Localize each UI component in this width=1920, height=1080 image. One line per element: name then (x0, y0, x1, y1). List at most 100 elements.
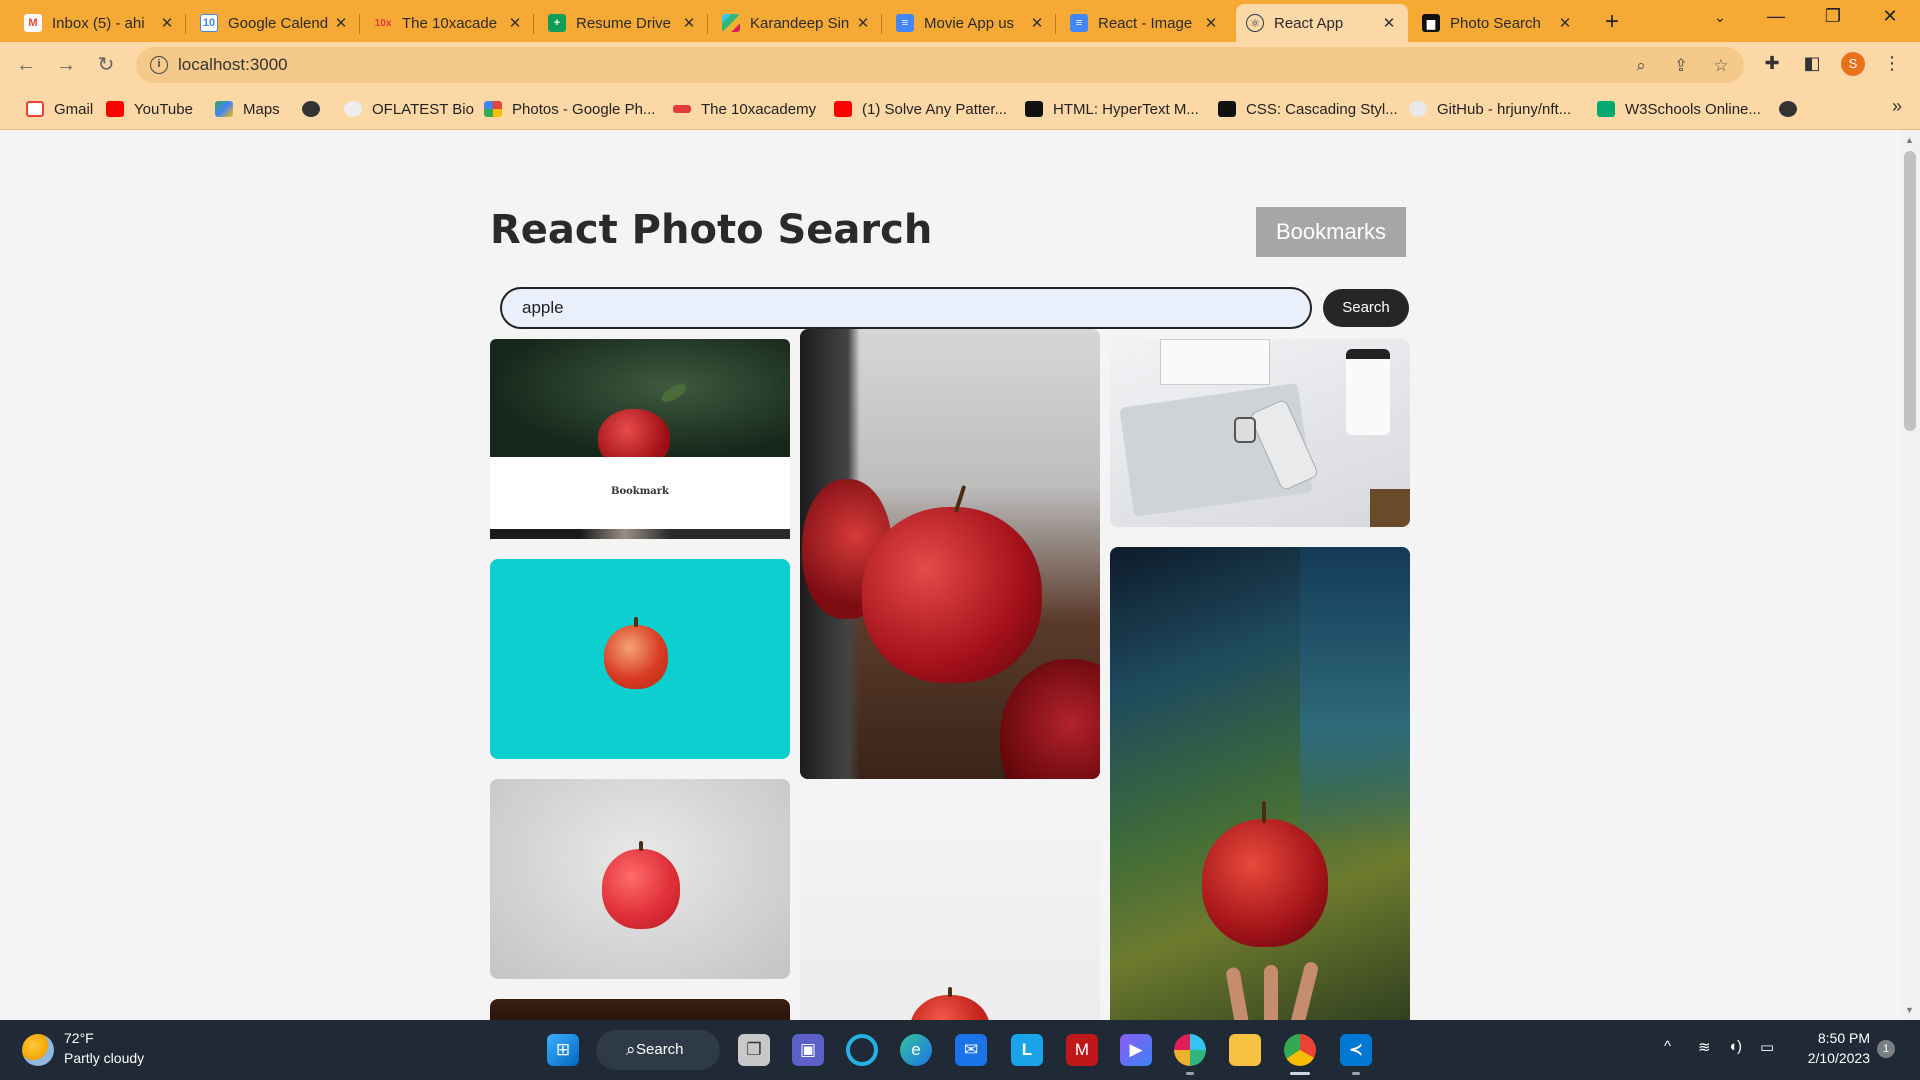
bookmark-mdn-html[interactable]: HTML: HyperText M... (1025, 98, 1199, 120)
extensions-icon[interactable]: ✚ (1761, 52, 1783, 74)
bookmark-youtube[interactable]: YouTube (106, 98, 193, 120)
star-icon[interactable]: ☆ (1710, 55, 1732, 77)
bookmarks-button[interactable]: Bookmarks (1256, 207, 1406, 257)
zoom-icon[interactable]: ⌕ (1630, 55, 1652, 77)
search-button[interactable]: Search (1323, 289, 1409, 327)
photo-card[interactable] (490, 999, 790, 1020)
weather-icon[interactable] (22, 1034, 54, 1066)
photo-card[interactable] (1110, 547, 1410, 1020)
back-arrow-icon[interactable]: ← (12, 51, 40, 79)
scrollbar-thumb[interactable] (1904, 151, 1916, 431)
search-input[interactable]: apple (500, 287, 1312, 329)
forward-arrow-icon[interactable]: → (52, 51, 80, 79)
react-icon: ⚛ (1246, 14, 1264, 32)
close-icon[interactable]: ✕ (332, 14, 350, 32)
taskbar-search-label: Search (636, 1041, 684, 1058)
google-photos-icon (484, 101, 502, 117)
notification-badge[interactable]: 1 (1877, 1040, 1895, 1058)
chrome-icon[interactable] (1284, 1034, 1316, 1066)
bookmark-github[interactable]: GitHub - hrjuny/nft... (1409, 98, 1571, 120)
bookmark-maps[interactable]: Maps (215, 98, 280, 120)
side-panel-icon[interactable]: ◧ (1801, 52, 1823, 74)
photo-image (490, 339, 790, 469)
l-app-icon[interactable]: L (1011, 1034, 1043, 1066)
tab-gmail[interactable]: M Inbox (5) - ahi ✕ (14, 4, 186, 42)
slack-icon[interactable] (1174, 1034, 1206, 1066)
photo-card[interactable] (800, 329, 1100, 779)
mcafee-icon[interactable]: M (1066, 1034, 1098, 1066)
windows-start-icon[interactable]: ⊞ (547, 1034, 579, 1066)
photo-card[interactable] (800, 799, 1100, 1020)
tab-react-image[interactable]: ≡ React - Image ✕ (1060, 4, 1230, 42)
keyboard-shape (1160, 339, 1270, 385)
10x-academy-icon (673, 105, 691, 113)
slack-icon (722, 14, 740, 32)
battery-icon[interactable]: ▭ (1760, 1038, 1774, 1056)
bookmark-globe-2[interactable] (1779, 98, 1807, 120)
bookmark-oflatest[interactable]: OFLATEST Bio (344, 98, 474, 120)
tab-photo-search[interactable]: ▆ Photo Search ✕ (1412, 4, 1584, 42)
app-icon[interactable]: ▶ (1120, 1034, 1152, 1066)
site-info-icon[interactable]: i (150, 56, 168, 74)
tab-react-app[interactable]: ⚛ React App ✕ (1236, 4, 1408, 42)
menu-kebab-icon[interactable]: ⋮ (1881, 52, 1903, 74)
bookmark-globe[interactable] (302, 98, 330, 120)
profile-avatar[interactable]: S (1841, 52, 1865, 76)
mail-icon[interactable]: ✉ (955, 1034, 987, 1066)
cortana-icon[interactable] (846, 1034, 878, 1066)
page-scrollbar[interactable]: ▲ ▼ (1900, 131, 1920, 1020)
wifi-icon[interactable]: ≋ (1698, 1038, 1711, 1056)
teams-icon[interactable]: ▣ (792, 1034, 824, 1066)
bookmark-google-photos[interactable]: Photos - Google Ph... (484, 98, 655, 120)
clock-time[interactable]: 8:50 PM (1800, 1030, 1870, 1046)
bookmark-label: W3Schools Online... (1625, 100, 1761, 118)
google-docs-icon: ≡ (1070, 14, 1088, 32)
minimize-button[interactable]: — (1756, 6, 1796, 27)
photo-card[interactable] (1110, 339, 1410, 527)
close-icon[interactable]: ✕ (1202, 14, 1220, 32)
bookmark-gmail[interactable]: Gmail (26, 98, 93, 120)
scroll-up-arrow-icon[interactable]: ▲ (1905, 135, 1914, 145)
tab-karandeep[interactable]: Karandeep Sin ✕ (712, 4, 882, 42)
photo-card[interactable]: Bookmark (490, 339, 790, 539)
close-window-button[interactable]: ✕ (1870, 6, 1910, 27)
bookmark-solve-pattern[interactable]: (1) Solve Any Patter... (834, 98, 1007, 120)
close-icon[interactable]: ✕ (1380, 14, 1398, 32)
photo-card[interactable] (490, 779, 790, 979)
volume-icon[interactable]: ◖) (1728, 1038, 1742, 1055)
scroll-down-arrow-icon[interactable]: ▼ (1905, 1005, 1914, 1015)
bookmark-label: GitHub - hrjuny/nft... (1437, 100, 1572, 118)
photo-card[interactable] (490, 559, 790, 759)
share-icon[interactable]: ⇪ (1670, 55, 1692, 77)
close-icon[interactable]: ✕ (158, 14, 176, 32)
close-icon[interactable]: ✕ (1556, 14, 1574, 32)
restore-button[interactable]: ❐ (1813, 6, 1853, 27)
bookmarks-bar: Gmail YouTube Maps OFLATEST Bio Photos -… (0, 88, 1920, 130)
tab-10xacademy[interactable]: 10x The 10xacade ✕ (364, 4, 534, 42)
close-icon[interactable]: ✕ (506, 14, 524, 32)
bookmark-photo-button[interactable]: Bookmark (490, 486, 790, 497)
bookmark-10xacademy[interactable]: The 10xacademy (673, 98, 816, 120)
tab-movie-app[interactable]: ≡ Movie App us ✕ (886, 4, 1056, 42)
tab-google-calendar[interactable]: 10 Google Calend ✕ (190, 4, 360, 42)
edge-icon[interactable]: e (900, 1034, 932, 1066)
bookmark-mdn-css[interactable]: CSS: Cascading Styl... (1218, 98, 1398, 120)
clock-date[interactable]: 2/10/2023 (1790, 1050, 1870, 1066)
task-view-icon[interactable]: ❐ (738, 1034, 770, 1066)
vscode-icon[interactable]: ≺ (1340, 1034, 1372, 1066)
close-icon[interactable]: ✕ (854, 14, 872, 32)
close-icon[interactable]: ✕ (1028, 14, 1046, 32)
address-bar[interactable]: i localhost:3000 ⌕ ⇪ ☆ (136, 47, 1744, 83)
weather-description[interactable]: Partly cloudy (64, 1050, 144, 1066)
more-bookmarks-icon[interactable]: » (1892, 96, 1902, 117)
weather-temperature[interactable]: 72°F (64, 1030, 94, 1046)
reload-icon[interactable]: ↻ (92, 51, 120, 79)
new-tab-button[interactable]: + (1597, 8, 1627, 36)
file-explorer-icon[interactable] (1229, 1034, 1261, 1066)
taskbar-search-button[interactable]: ⌕ Search (596, 1030, 720, 1070)
bookmark-w3schools[interactable]: W3Schools Online... (1597, 98, 1761, 120)
close-icon[interactable]: ✕ (680, 14, 698, 32)
chevron-up-icon[interactable]: ^ (1664, 1038, 1671, 1055)
tab-search-icon[interactable]: ⌄ (1700, 9, 1740, 26)
tab-resume-drive[interactable]: + Resume Drive ✕ (538, 4, 708, 42)
